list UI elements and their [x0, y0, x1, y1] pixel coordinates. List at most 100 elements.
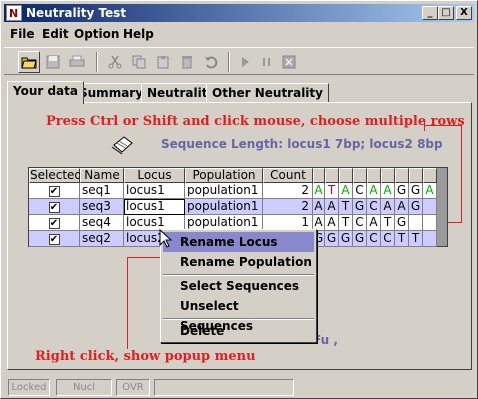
checkmark-icon[interactable]: ✔	[48, 218, 60, 229]
delete-icon[interactable]	[176, 51, 198, 73]
selected-checkbox[interactable]: ✔	[29, 215, 80, 231]
cell-base: T	[339, 215, 353, 231]
menu-select-sequences[interactable]: Select Sequences	[163, 276, 314, 296]
toolbar	[4, 47, 474, 75]
annotation-bottom: Right click, show popup menu	[35, 349, 256, 364]
cell-base: G	[325, 231, 339, 247]
close-button[interactable]: X	[456, 6, 472, 20]
cell-population[interactable]: population1	[185, 183, 263, 199]
col-locus[interactable]: Locus	[124, 168, 185, 183]
undo-icon[interactable]	[200, 51, 222, 73]
checkmark-icon[interactable]: ✔	[48, 186, 60, 197]
col-population[interactable]: Population	[185, 168, 263, 183]
cell-base: G	[395, 215, 409, 231]
cell-locus[interactable]: locus1	[124, 199, 185, 215]
cell-name[interactable]: seq4	[80, 215, 124, 231]
status-bar: Locked Nucl OVR	[4, 379, 474, 397]
col-base	[367, 168, 381, 183]
col-base	[339, 168, 353, 183]
cell-name[interactable]: seq3	[80, 199, 124, 215]
toolbar-separator	[96, 52, 98, 72]
menu-file[interactable]: File	[10, 27, 35, 41]
menu-option[interactable]: Option	[74, 27, 119, 41]
toolbar-separator	[228, 52, 230, 72]
menu-rename-population[interactable]: Rename Population	[163, 252, 314, 272]
mouse-pointer-icon	[159, 228, 173, 252]
status-message	[154, 379, 294, 396]
cell-base: A	[381, 199, 395, 215]
cell-base: A	[423, 183, 437, 199]
copy-icon[interactable]	[128, 51, 150, 73]
col-name[interactable]: Name	[80, 168, 124, 183]
run-icon[interactable]	[234, 51, 256, 73]
annotation-bracket	[461, 125, 462, 222]
cell-base: T	[339, 199, 353, 215]
col-count[interactable]: Count	[263, 168, 313, 183]
cell-base: G	[395, 183, 409, 199]
cell-base: G	[409, 183, 423, 199]
menu-edit[interactable]: Edit	[42, 27, 69, 41]
checkmark-icon[interactable]: ✔	[48, 202, 60, 213]
menu-rename-locus[interactable]: Rename Locus	[163, 232, 314, 252]
menu-unselect-sequences[interactable]: Unselect Sequences	[163, 296, 314, 333]
save-icon[interactable]	[42, 51, 64, 73]
main-window: N Neutrality Test _ □ X File Edit Option…	[0, 0, 478, 399]
cell-base: C	[353, 215, 367, 231]
cell-base: A	[339, 183, 353, 199]
cell-name[interactable]: seq1	[80, 183, 124, 199]
selected-checkbox[interactable]: ✔	[29, 199, 80, 215]
selected-checkbox[interactable]: ✔	[29, 183, 80, 199]
cell-base: T	[395, 231, 409, 247]
cell-population[interactable]: population1	[185, 199, 263, 215]
cell-locus[interactable]: locus1	[124, 183, 185, 199]
cell-base: A	[325, 215, 339, 231]
status-nucl: Nucl	[56, 379, 112, 396]
annotation-pointer-line	[127, 257, 160, 258]
stop-icon[interactable]	[278, 51, 300, 73]
cell-name[interactable]: seq2	[80, 231, 124, 247]
menu-delete[interactable]: Delete	[163, 321, 314, 341]
annotation-pointer-line	[127, 257, 128, 349]
tab-other-neutrality[interactable]: Other Neutrality	[206, 83, 329, 103]
cell-base: A	[367, 215, 381, 231]
status-locked: Locked	[8, 379, 50, 396]
pause-icon[interactable]	[256, 51, 278, 73]
sequence-length: Sequence Length: locus1 7bp; locus2 8bp	[161, 137, 443, 151]
paste-icon[interactable]	[152, 51, 174, 73]
cell-base: A	[367, 183, 381, 199]
annotation-bracket	[424, 125, 462, 126]
tab-your-data[interactable]: Your data	[7, 81, 84, 104]
cell-base: G	[353, 199, 367, 215]
app-icon: N	[6, 5, 22, 21]
cell-base: G	[409, 199, 423, 215]
checkmark-icon[interactable]: ✔	[48, 234, 60, 245]
tab-summary[interactable]: Summary	[73, 83, 150, 103]
col-base	[381, 168, 395, 183]
cell-base: A	[325, 199, 339, 215]
paper-icon	[110, 135, 134, 158]
cell-count[interactable]: 2	[263, 183, 313, 199]
cell-base	[423, 199, 437, 215]
cell-base: G	[339, 231, 353, 247]
col-selected[interactable]: Selected	[29, 168, 82, 183]
print-icon[interactable]	[66, 51, 88, 73]
title-bar: N Neutrality Test _ □ X	[4, 4, 474, 22]
cell-base: C	[367, 231, 381, 247]
menu-help[interactable]: Help	[123, 27, 154, 41]
open-folder-icon[interactable]	[18, 51, 40, 73]
selected-checkbox[interactable]: ✔	[29, 231, 80, 247]
maximize-button[interactable]: □	[438, 6, 454, 20]
col-base	[409, 168, 423, 183]
col-base	[353, 168, 367, 183]
col-base	[325, 168, 339, 183]
minimize-button[interactable]: _	[422, 6, 438, 20]
status-ovr: OVR	[116, 379, 150, 396]
cell-base: A	[313, 183, 325, 199]
menu-bar: File Edit Option Help	[4, 25, 474, 45]
cell-base: C	[353, 183, 367, 199]
cut-icon[interactable]	[104, 51, 126, 73]
cell-base: C	[381, 231, 395, 247]
cell-base: T	[381, 215, 395, 231]
cell-base: C	[367, 199, 381, 215]
cell-count[interactable]: 2	[263, 199, 313, 215]
